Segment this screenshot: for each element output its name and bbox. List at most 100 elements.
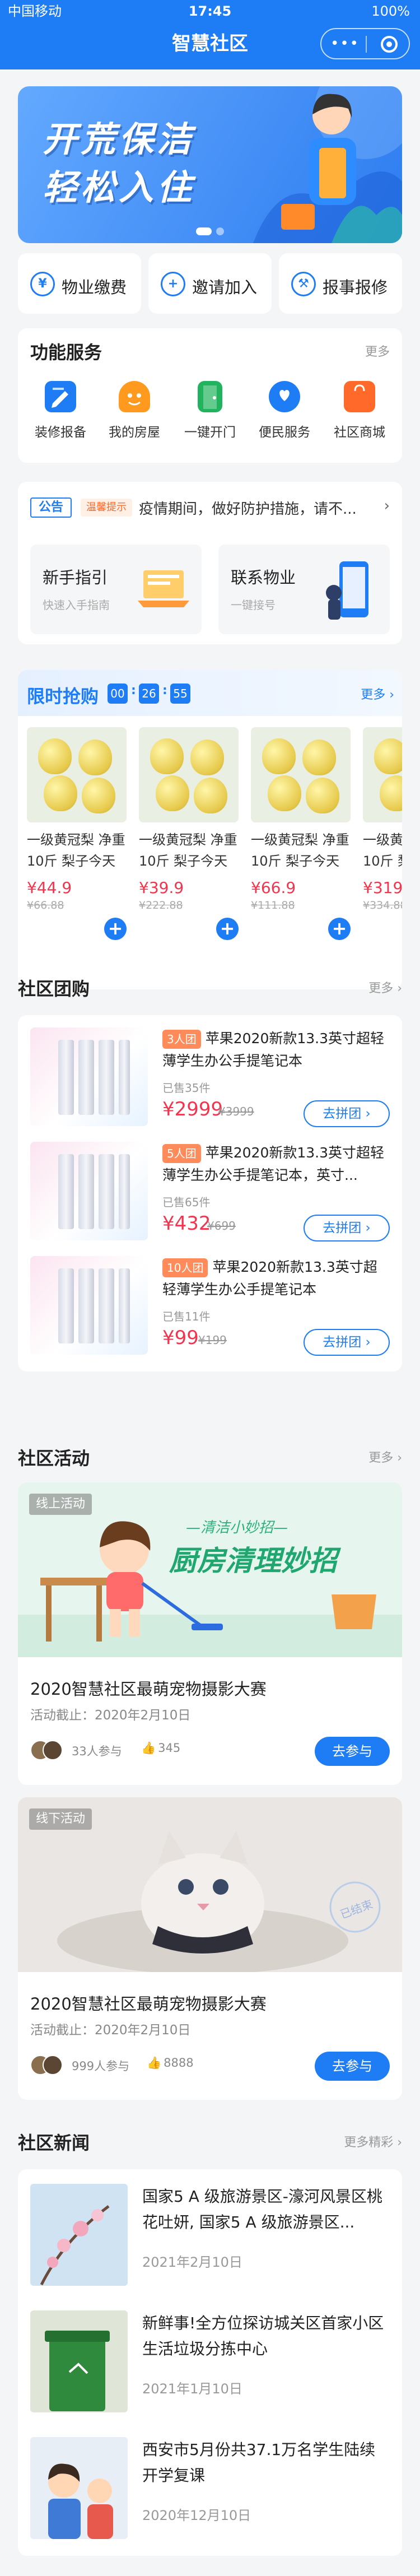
section-title: 功能服务 [30,342,102,363]
group-item[interactable]: 10人团 苹果2020新款13.3英寸超轻薄学生办公手提笔记本 已售11件 ¥99… [30,1256,390,1357]
countdown-minutes: 26 [139,683,159,704]
countdown-seconds: 55 [170,683,190,704]
section-title: 社区团购 [18,978,90,999]
activity-deadline: 活动截止：2020年2月10日 [30,1708,191,1723]
peach-blossom-image [30,2184,128,2286]
clock: 17:45 [188,3,232,19]
news-date: 2021年2月10日 [142,2254,242,2270]
house-icon [119,381,150,412]
flash-product[interactable]: 一级黄冠梨 净重10斤 梨子今天在做小程... ¥66.9 ¥111.88 + [251,727,351,974]
group-item[interactable]: 5人团 苹果2020新款13.3英寸超轻薄学生办公手提笔记本，英寸... 已售65… [30,1142,390,1243]
chevron-right-icon[interactable]: › [384,497,390,514]
mini-program-capsule[interactable]: ••• [320,28,410,59]
yen-icon: ¥ [30,272,55,296]
students-image [30,2437,128,2539]
notice-text[interactable]: 疫情期间，做好防护措施，请不... [139,497,357,518]
pear-image [27,727,127,822]
laptop-image [30,1142,148,1240]
pear-image [363,727,402,822]
trash-bin-image [30,2310,128,2412]
add-user-icon: + [161,272,185,296]
activity-type-badge: 线上活动 [29,1494,92,1515]
invite-button[interactable]: + 邀请加入 [148,253,272,314]
join-activity-button[interactable]: 去参与 [315,1737,390,1766]
heart-hand-icon [269,381,300,412]
notice-tag: 公告 [30,497,72,518]
join-group-button[interactable]: 去拼团 › [304,1215,390,1241]
join-group-button[interactable]: 去拼团 › [304,1100,390,1127]
news-title: 国家5 A 级旅游景区-濠河风景区桃花吐妍, 国家5 A 级旅游景区... [142,2187,382,2231]
carousel-dot[interactable] [216,227,224,235]
edit-icon [45,381,76,412]
group-item[interactable]: 3人团 苹果2020新款13.3英寸超轻薄学生办公手提笔记本 已售35件 ¥299… [30,1027,390,1128]
countdown-hours: 00 [108,683,128,704]
activity-title: 2020智慧社区最萌宠物摄影大赛 [30,1680,267,1699]
laptop-image [30,1256,148,1355]
flash-product[interactable]: 一级黄冠梨 净重10斤 梨子今天在做小程... ¥39.9 ¥222.88 + [139,727,239,974]
news-date: 2021年1月10日 [142,2381,242,2397]
more-link[interactable]: 更多 [365,342,390,360]
door-icon [198,381,222,412]
thumbs-up-icon: 👍 [147,2056,162,2070]
news-item[interactable]: 国家5 A 级旅游景区-濠河风景区桃花吐妍, 国家5 A 级旅游景区... 20… [30,2180,390,2287]
add-to-cart-icon[interactable]: + [328,918,351,940]
shopping-bag-icon [344,381,375,412]
banner-line-1: 开荒保洁 [43,119,195,160]
more-link[interactable]: 更多精彩 › [344,2132,402,2150]
flash-product[interactable]: 一级黄冠梨 净重10斤 梨子今天在做小程... ¥319.9 ¥334.88 [363,727,402,974]
phone-illustration-icon [326,561,368,620]
function-open-door[interactable]: 一键开门 [176,381,244,440]
function-decoration-report[interactable]: 装修报备 [27,381,94,440]
activity-card[interactable]: 线上活动 —清洁小妙招— 厨房清理妙招 2020智慧社区最萌宠物摄影大赛 活动截… [18,1482,402,1785]
property-fee-button[interactable]: ¥ 物业缴费 [18,253,141,314]
notice-card: 公告 温馨提示 疫情期间，做好防护措施，请不... › 新手指引 快速入手指南 … [18,482,402,644]
contact-property-card[interactable]: 联系物业 一键接号 [218,545,390,634]
activity-card[interactable]: 线下活动 已结束 2020智慧社区最萌宠物摄影大赛 活动截止：2020年2月10… [18,1797,402,2100]
more-dots-icon[interactable]: ••• [330,35,360,52]
wrench-icon: ⚒ [291,272,316,296]
app-header: 中国移动 17:45 100% 智慧社区 ••• [0,0,420,69]
news-title: 西安市5月份共37.1万名学生陆续开学复课 [142,2440,376,2485]
group-size-badge: 3人团 [162,1030,201,1049]
join-activity-button[interactable]: 去参与 [315,2052,390,2081]
carousel-dot[interactable] [196,227,212,235]
laptop-image [30,1027,148,1126]
add-to-cart-icon[interactable]: + [216,918,239,940]
thumbs-up-icon: 👍 [141,1741,156,1755]
close-ring-icon[interactable] [381,36,398,53]
section-title: 社区新闻 [18,2132,90,2154]
news-date: 2020年12月10日 [142,2508,251,2523]
activity-deadline: 活动截止：2020年2月10日 [30,2023,191,2038]
news-item[interactable]: 新鲜事!全方位探访城关区首家小区生活垃圾分拣中心 2021年1月10日 [30,2307,390,2414]
battery-label: 100% [371,3,410,19]
function-community-mall[interactable]: 社区商城 [326,381,393,440]
more-link[interactable]: 更多 › [368,978,402,996]
flash-sale-card: 限时抢购 00 : 26 : 55 更多 › 一级黄冠梨 净重10斤 梨子今天在… [18,670,402,989]
likes: 👍 8888 [147,2056,194,2070]
flash-product[interactable]: 一级黄冠梨 净重10斤 梨子今天在做小程... ¥44.9 ¥66.88 + [27,727,127,974]
pear-image [251,727,351,822]
likes: 👍 345 [141,1741,181,1755]
activity-type-badge: 线下活动 [29,1808,92,1830]
group-buy-card: 3人团 苹果2020新款13.3英寸超轻薄学生办公手提笔记本 已售35件 ¥299… [18,1015,402,1371]
promo-banner[interactable]: 开荒保洁 轻松入住 [18,86,402,243]
flash-sale-more-link[interactable]: 更多 › [361,685,394,703]
participant-avatars [30,1740,66,1760]
group-size-badge: 10人团 [162,1258,208,1277]
pear-image [139,727,239,822]
flash-sale-title: 限时抢购 [27,686,99,707]
more-link[interactable]: 更多 › [368,1448,402,1466]
news-card: 国家5 A 级旅游景区-濠河风景区桃花吐妍, 国家5 A 级旅游景区... 20… [18,2169,402,2556]
beginner-guide-card[interactable]: 新手指引 快速入手指南 [30,545,202,634]
add-to-cart-icon[interactable]: + [104,918,127,940]
group-size-badge: 5人团 [162,1144,201,1163]
activity-title: 2020智慧社区最萌宠物摄影大赛 [30,1994,267,2014]
function-convenience-service[interactable]: 便民服务 [251,381,318,440]
function-my-house[interactable]: 我的房屋 [101,381,168,440]
report-repair-button[interactable]: ⚒ 报事报修 [279,253,402,314]
laptop-illustration-icon [138,570,189,607]
news-item[interactable]: 西安市5月份共37.1万名学生陆续开学复课 2020年12月10日 [30,2434,390,2540]
banner-line-2: 轻松入住 [43,167,195,208]
join-group-button[interactable]: 去拼团 › [304,1329,390,1356]
warning-badge: 温馨提示 [81,499,132,517]
